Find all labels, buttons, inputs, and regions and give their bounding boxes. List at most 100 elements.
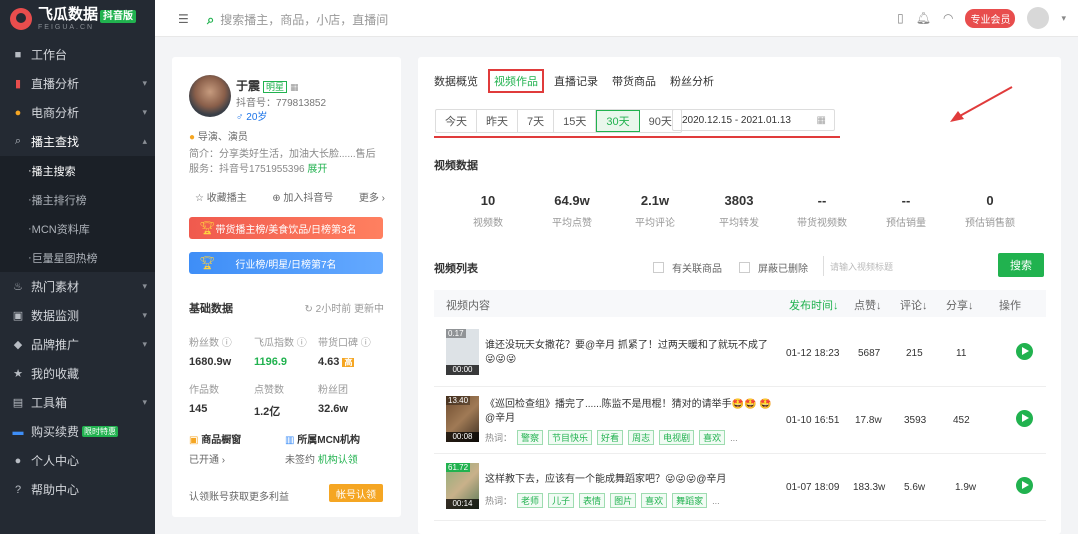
bell-icon[interactable]: 🔔︎ (916, 11, 931, 25)
sidebar-item-label: 巨量星图热榜 (31, 252, 98, 265)
role-icon: ● (189, 132, 198, 143)
hot-word-tag[interactable]: 喜欢 (641, 493, 668, 508)
day-option-today[interactable]: 今天 (436, 110, 477, 132)
sidebar-item-hot[interactable]: ♨ 热门素材 ▾ (0, 272, 155, 301)
tab-live[interactable]: 直播记录 (554, 73, 598, 89)
chevron-down-icon: ▾ (142, 107, 147, 117)
hot-word-tag[interactable]: 儿子 (548, 493, 575, 508)
date-range-picker[interactable]: 2020.12.15 - 2021.01.13 ▦ (672, 109, 835, 131)
table-row[interactable]: 0.17 00:00 谁还没玩天女撒花？要@辛月 抓紧了！过两天暖和了就玩不成了 … (434, 321, 1046, 387)
col-comments[interactable]: 评论↓ (900, 297, 928, 313)
hot-word-tag[interactable]: 好看 (597, 430, 624, 445)
rank-banner-industry[interactable]: 🏆︎ 行业榜/明星/日榜第7名 (189, 252, 383, 274)
day-option-yesterday[interactable]: 昨天 (477, 110, 518, 132)
video-thumbnail[interactable]: 0.17 00:00 (446, 329, 479, 375)
sidebar-item-label: 播主排行榜 (31, 194, 87, 207)
play-icon[interactable] (1016, 477, 1033, 494)
sidebar-item-live[interactable]: ▮ 直播分析 ▾ (0, 69, 155, 98)
mobile-icon[interactable]: ▯ (897, 11, 904, 25)
update-status[interactable]: ↻ 2小时前 更新中 (304, 300, 384, 315)
hot-word-tag[interactable]: 图片 (610, 493, 637, 508)
video-title[interactable]: 这样教下去，应该有一个能成舞蹈家吧？😜😜😜@辛月 (485, 473, 775, 487)
sidebar-item-label: 数据监测 (31, 309, 80, 323)
collect-button[interactable]: ☆ 收藏播主 (195, 189, 247, 204)
checkbox[interactable] (739, 262, 750, 273)
vip-badge[interactable]: 专业会员 (965, 8, 1016, 28)
sidebar-item-search-host[interactable]: ⌕ 播主查找 ▴ (0, 127, 155, 156)
menu-icon[interactable]: ☰ (178, 12, 189, 26)
sidebar-item-favorites[interactable]: ★ 我的收藏 (0, 359, 155, 388)
version-badge[interactable]: 抖音版 (100, 9, 137, 23)
join-button[interactable]: ⊕ 加入抖音号 (272, 189, 333, 204)
sidebar-sub-host-search[interactable]: · 播主搜索 (0, 156, 155, 185)
tab-overview[interactable]: 数据概览 (434, 73, 478, 89)
sidebar-item-label: 电商分析 (31, 106, 80, 120)
video-comments: 215 (906, 348, 923, 359)
checkbox[interactable] (653, 262, 664, 273)
col-likes[interactable]: 点赞↓ (854, 297, 882, 313)
sidebar-sub-mcn[interactable]: · MCN资料库 (0, 214, 155, 243)
sidebar-item-monitor[interactable]: ▣ 数据监测 ▾ (0, 301, 155, 330)
tab-fans[interactable]: 粉丝分析 (670, 73, 714, 89)
hot-word-tag[interactable]: 表情 (579, 493, 606, 508)
sidebar-item-label: 直播分析 (31, 77, 80, 91)
video-thumbnail[interactable]: 13.40 00:08 (446, 396, 479, 442)
day-option-15[interactable]: 15天 (554, 110, 597, 132)
chevron-down-icon: ▾ (142, 339, 147, 349)
day-option-30[interactable]: 30天 (596, 110, 640, 132)
search-input[interactable]: 搜索播主，商品，小店，直播间 (220, 11, 388, 28)
filter-hide-deleted[interactable]: 屏蔽已删除 (739, 260, 808, 275)
expand-link[interactable]: 展开 (307, 164, 327, 175)
more-button[interactable]: 更多 › (359, 189, 385, 204)
hot-word-tag[interactable]: 节目快乐 (548, 430, 593, 445)
sidebar-item-purchase[interactable]: ▬ 购买续费 限时特惠 (0, 417, 155, 446)
rank-banner-sales[interactable]: 🏆︎ 带货播主榜/美食饮品/日榜第3名 (189, 217, 383, 239)
sidebar-item-ecommerce[interactable]: ● 电商分析 ▾ (0, 98, 155, 127)
day-option-7[interactable]: 7天 (518, 110, 555, 132)
hot-word-tag[interactable]: 警察 (517, 430, 544, 445)
col-shares[interactable]: 分享↓ (946, 297, 974, 313)
sidebar-item-workbench[interactable]: ■ 工作台 (0, 40, 155, 69)
claim-account-button[interactable]: 帐号认领 (329, 484, 383, 502)
hot-word-tag[interactable]: 喜欢 (699, 430, 726, 445)
logo[interactable]: 飞瓜数据 抖音版 FEIGUA.CN (0, 0, 155, 38)
video-title[interactable]: 谁还没玩天女撒花？要@辛月 抓紧了！过两天暖和了就玩不成了 😜😜😜 (485, 339, 775, 367)
play-icon[interactable] (1016, 410, 1033, 427)
highlight-underline (434, 136, 840, 138)
video-search-input[interactable]: 请输入视频标题 (823, 256, 993, 276)
sidebar-item-profile[interactable]: ● 个人中心 (0, 446, 155, 475)
video-thumbnail[interactable]: 61.72 00:14 (446, 463, 479, 509)
showcase-status[interactable]: 已开通 › (189, 451, 225, 466)
sidebar-item-help[interactable]: ? 帮助中心 (0, 475, 155, 504)
tab-products[interactable]: 带货商品 (612, 73, 656, 89)
chevron-down-icon[interactable]: ▾ (1061, 13, 1066, 24)
global-search[interactable]: ⌕ 搜索播主，商品，小店，直播间 (207, 11, 388, 28)
mcn-claim-link[interactable]: 机构认领 (318, 455, 358, 466)
hot-word-tag[interactable]: 周志 (628, 430, 655, 445)
profile-intro: 简介：分享类好生活，加油大长脸......售后服务：抖音号1751955396 … (189, 149, 376, 175)
search-button[interactable]: 搜索 (998, 253, 1044, 277)
play-icon[interactable] (1016, 343, 1033, 360)
video-title[interactable]: 《巡回检查组》播完了......陈监不是甩棍！猜对的请举手🤩🤩 🤩@辛月 (485, 398, 775, 426)
sidebar-item-brand[interactable]: ◆ 品牌推广 ▾ (0, 330, 155, 359)
table-row[interactable]: 13.40 00:08 《巡回检查组》播完了......陈监不是甩棍！猜对的请举手… (434, 388, 1046, 454)
col-content: 视频内容 (446, 300, 490, 312)
star-icon: ☆ (195, 193, 207, 204)
avatar[interactable] (1027, 7, 1050, 29)
hot-word-tag[interactable]: 电视剧 (659, 430, 695, 445)
sidebar-item-label: 帮助中心 (31, 483, 80, 497)
qrcode-icon[interactable]: ▦ (290, 82, 299, 92)
filter-has-product[interactable]: 有关联商品 (653, 260, 722, 275)
sidebar-sub-host-rank[interactable]: · 播主排行榜 (0, 185, 155, 214)
tab-videos[interactable]: 视频作品 (488, 69, 544, 93)
sidebar-item-toolbox[interactable]: ▤ 工具箱 ▾ (0, 388, 155, 417)
col-time[interactable]: 发布时间↓ (789, 297, 839, 313)
hot-word-tag[interactable]: 老师 (517, 493, 544, 508)
headset-icon[interactable]: ◠ (943, 11, 953, 25)
basic-data-title: 基础数据 (189, 303, 233, 315)
sidebar-sub-xingtu[interactable]: · 巨量星图热榜 (0, 243, 155, 272)
table-row[interactable]: 61.72 00:14 这样教下去，应该有一个能成舞蹈家吧？😜😜😜@辛月 热词： … (434, 455, 1046, 521)
hot-word-tag[interactable]: 舞蹈家 (672, 493, 708, 508)
tab-bar: 数据概览 视频作品 直播记录 带货商品 粉丝分析 (434, 69, 714, 93)
stat-index: 飞瓜指数 ⓘ 1196.9 (254, 338, 307, 368)
